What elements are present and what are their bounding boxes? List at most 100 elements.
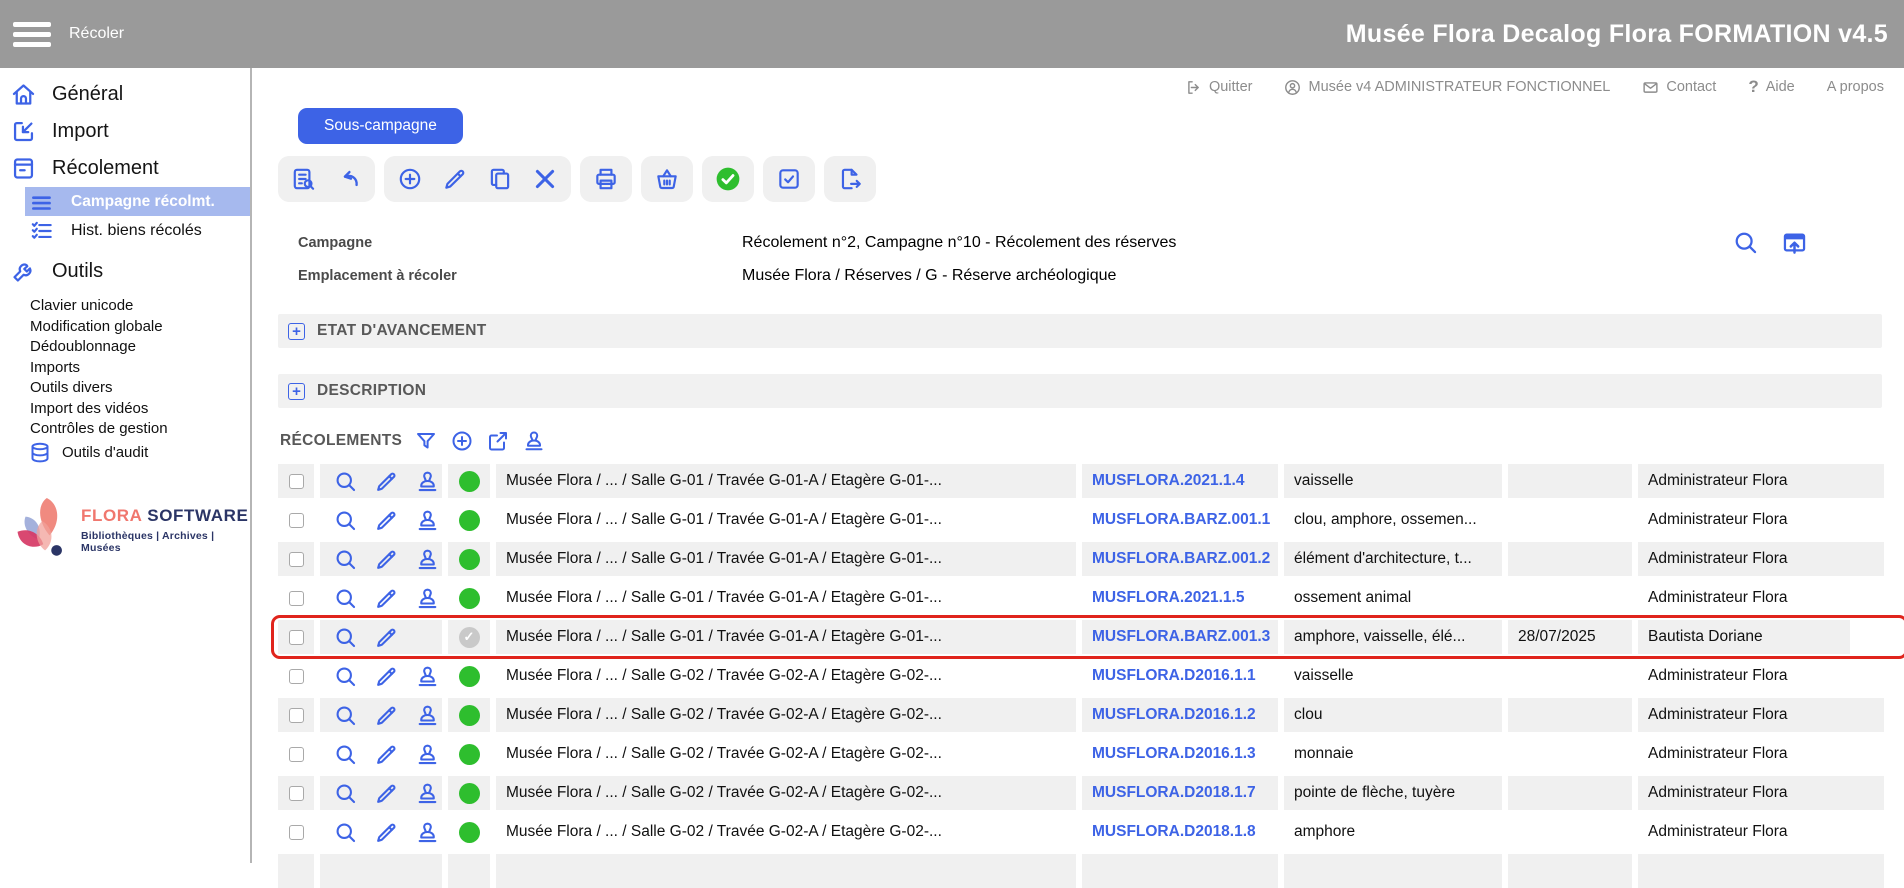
sidebar-item-outils[interactable]: Outils <box>0 253 250 290</box>
logo-software: SOFTWARE <box>147 506 248 525</box>
menu-icon[interactable] <box>13 17 51 52</box>
delete-button[interactable] <box>532 166 558 192</box>
edit-icon[interactable] <box>374 508 399 533</box>
basket-button[interactable] <box>654 166 680 192</box>
stamp-icon[interactable] <box>415 586 440 611</box>
add-recolement-icon[interactable] <box>450 429 474 453</box>
sidebar-item-general[interactable]: Général <box>0 76 250 113</box>
search-icon[interactable] <box>1732 229 1759 256</box>
print-button[interactable] <box>593 166 619 192</box>
object-code-link[interactable]: MUSFLORA.D2016.1.1 <box>1092 667 1256 685</box>
row-checkbox[interactable] <box>289 786 304 801</box>
list-search-button[interactable] <box>291 166 317 192</box>
status-indicator <box>459 588 480 609</box>
add-button[interactable] <box>397 166 423 192</box>
contact-link[interactable]: Contact <box>1642 79 1716 96</box>
tab-sous-campagne[interactable]: Sous-campagne <box>298 108 463 144</box>
validate-button[interactable] <box>715 166 741 192</box>
sidebar-item-clavier-unicode[interactable]: Clavier unicode <box>30 296 250 317</box>
sidebar-item-recolement[interactable]: Récolement <box>0 150 250 187</box>
filter-icon[interactable] <box>414 429 438 453</box>
edit-icon[interactable] <box>374 547 399 572</box>
quitter-link[interactable]: Quitter <box>1185 79 1253 96</box>
object-code-link[interactable]: MUSFLORA.D2016.1.2 <box>1092 706 1256 724</box>
sidebar-item-controles-de-gestion[interactable]: Contrôles de gestion <box>30 419 250 440</box>
view-icon[interactable] <box>333 586 358 611</box>
stamp-icon[interactable] <box>522 429 546 453</box>
row-location: Musée Flora / ... / Salle G-02 / Travée … <box>496 815 1076 849</box>
view-icon[interactable] <box>333 469 358 494</box>
sidebar-item-import-des-videos[interactable]: Import des vidéos <box>30 399 250 420</box>
row-status-cell <box>448 503 490 537</box>
external-link-icon[interactable] <box>486 429 510 453</box>
object-code-link[interactable]: MUSFLORA.D2018.1.7 <box>1092 784 1256 802</box>
stamp-icon[interactable] <box>415 781 440 806</box>
edit-icon[interactable] <box>374 664 399 689</box>
object-code-link[interactable]: MUSFLORA.2021.1.4 <box>1092 472 1244 490</box>
object-code-link[interactable]: MUSFLORA.D2018.1.8 <box>1092 823 1256 841</box>
edit-button[interactable] <box>442 166 468 192</box>
checkbox-validate-button[interactable] <box>776 166 802 192</box>
a-propos-link[interactable]: A propos <box>1827 79 1884 95</box>
open-window-icon[interactable] <box>1781 229 1808 256</box>
object-code-link[interactable]: MUSFLORA.BARZ.001.1 <box>1092 511 1270 529</box>
view-icon[interactable] <box>333 781 358 806</box>
view-icon[interactable] <box>333 508 358 533</box>
view-icon[interactable] <box>333 664 358 689</box>
user-menu[interactable]: Musée v4 ADMINISTRATEUR FONCTIONNEL <box>1284 79 1610 96</box>
stamp-icon[interactable] <box>415 703 440 728</box>
stamp-icon[interactable] <box>415 508 440 533</box>
stamp-icon[interactable] <box>415 820 440 845</box>
view-icon[interactable] <box>333 820 358 845</box>
sidebar-item-outils-divers[interactable]: Outils divers <box>30 378 250 399</box>
sidebar-item-imports[interactable]: Imports <box>30 358 250 379</box>
row-checkbox[interactable] <box>289 552 304 567</box>
row-code-cell: MUSFLORA.D2018.1.8 <box>1082 815 1278 849</box>
object-code-link[interactable]: MUSFLORA.BARZ.001.3 <box>1092 628 1270 646</box>
aide-link[interactable]: ? Aide <box>1748 77 1794 97</box>
stamp-icon[interactable] <box>415 664 440 689</box>
section-etat-avancement[interactable]: + ETAT D'AVANCEMENT <box>278 314 1882 348</box>
row-designation: clou, amphore, ossemen... <box>1284 503 1502 537</box>
edit-icon[interactable] <box>374 625 399 650</box>
edit-icon[interactable] <box>374 703 399 728</box>
view-icon[interactable] <box>333 703 358 728</box>
object-code-link[interactable]: MUSFLORA.2021.1.5 <box>1092 589 1244 607</box>
row-actions-cell <box>320 464 442 498</box>
row-checkbox[interactable] <box>289 825 304 840</box>
row-checkbox[interactable] <box>289 591 304 606</box>
row-checkbox[interactable] <box>289 708 304 723</box>
section-description[interactable]: + DESCRIPTION <box>278 374 1882 408</box>
sidebar-item-hist-biens-recoles[interactable]: Hist. biens récolés <box>25 216 250 245</box>
edit-icon[interactable] <box>374 742 399 767</box>
sidebar-item-dedoublonnage[interactable]: Dédoublonnage <box>30 337 250 358</box>
edit-icon[interactable] <box>374 586 399 611</box>
edit-icon[interactable] <box>374 820 399 845</box>
export-button[interactable] <box>837 166 863 192</box>
view-icon[interactable] <box>333 547 358 572</box>
row-checkbox[interactable] <box>289 474 304 489</box>
edit-icon[interactable] <box>374 469 399 494</box>
sidebar-item-campagne-recolement[interactable]: Campagne récolmt. <box>25 187 250 216</box>
edit-icon[interactable] <box>374 781 399 806</box>
copy-button[interactable] <box>487 166 513 192</box>
view-icon[interactable] <box>333 625 358 650</box>
object-code-link[interactable]: MUSFLORA.BARZ.001.2 <box>1092 550 1270 568</box>
row-actions-cell <box>320 581 442 615</box>
row-checkbox[interactable] <box>289 513 304 528</box>
row-checkbox[interactable] <box>289 630 304 645</box>
expand-plus-icon[interactable]: + <box>288 323 305 340</box>
undo-button[interactable] <box>336 166 362 192</box>
row-checkbox[interactable] <box>289 747 304 762</box>
stamp-icon[interactable] <box>415 469 440 494</box>
sidebar-item-import[interactable]: Import <box>0 113 250 150</box>
sidebar-item-modification-globale[interactable]: Modification globale <box>30 317 250 338</box>
object-code-link[interactable]: MUSFLORA.D2016.1.3 <box>1092 745 1256 763</box>
toolbar-group-list <box>278 156 375 202</box>
expand-plus-icon[interactable]: + <box>288 383 305 400</box>
sidebar-item-outils-audit[interactable]: Outils d'audit <box>28 441 250 465</box>
stamp-icon[interactable] <box>415 547 440 572</box>
stamp-icon[interactable] <box>415 742 440 767</box>
view-icon[interactable] <box>333 742 358 767</box>
row-checkbox[interactable] <box>289 669 304 684</box>
